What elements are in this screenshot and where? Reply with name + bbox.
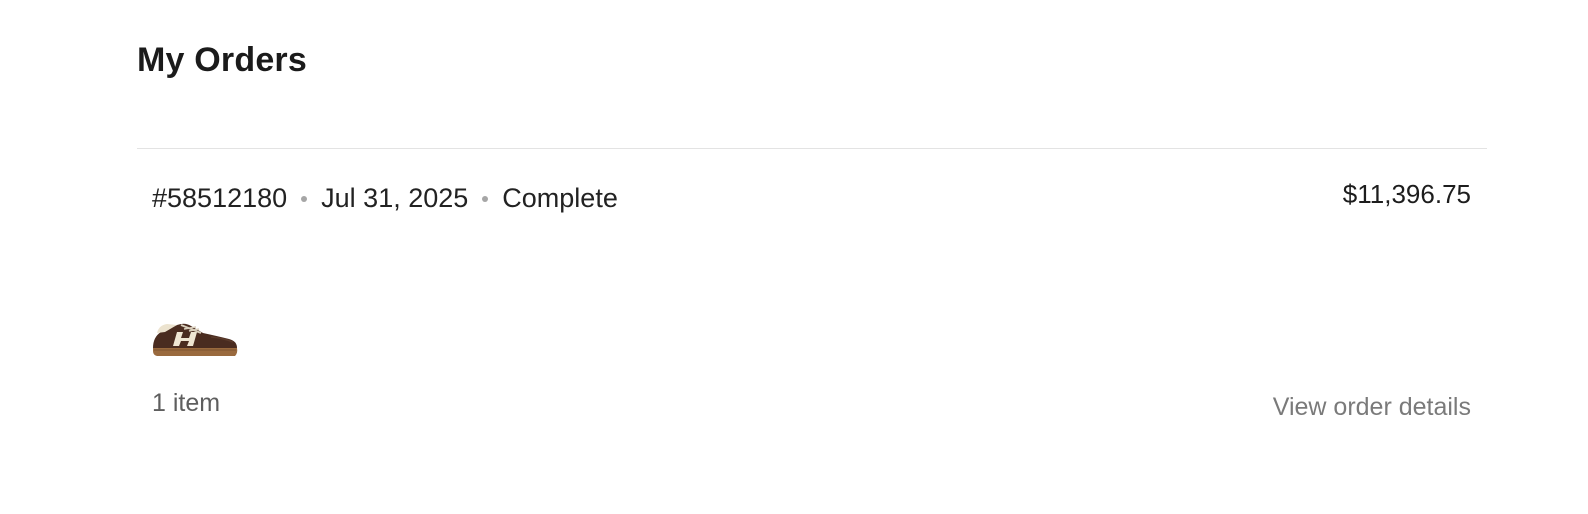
product-thumbnail[interactable] (151, 315, 241, 363)
order-status: Complete (502, 183, 618, 213)
view-order-details-link[interactable]: View order details (1273, 391, 1471, 423)
page-title: My Orders (137, 41, 307, 79)
separator-dot (482, 196, 489, 202)
separator-dot (301, 196, 308, 202)
order-number: #58512180 (152, 183, 288, 213)
order-meta: #58512180 Jul 31, 2025 Complete (152, 180, 618, 216)
order-card: #58512180 Jul 31, 2025 Complete $11,396.… (137, 149, 1487, 449)
sneaker-image (153, 323, 238, 356)
order-total: $11,396.75 (1342, 179, 1471, 209)
item-count: 1 item (152, 389, 221, 417)
order-date: Jul 31, 2025 (321, 183, 469, 213)
